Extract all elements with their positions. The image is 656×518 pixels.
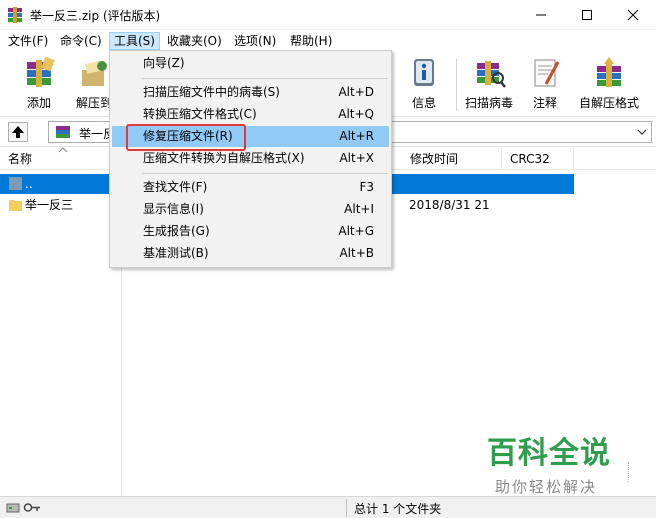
watermark: 百科全说 助你轻松解决 — [487, 428, 611, 497]
status-separator — [346, 499, 347, 517]
chevron-down-icon[interactable] — [637, 128, 647, 136]
resize-grip-hint — [628, 462, 634, 482]
maximize-button[interactable] — [564, 0, 610, 30]
menu-file[interactable]: 文件(F) — [4, 32, 52, 50]
extract-to-icon — [82, 60, 107, 86]
menu-item-generate-report[interactable]: 生成报告(G) Alt+G — [112, 221, 389, 242]
drive-icon[interactable] — [6, 501, 20, 514]
menu-tools[interactable]: 工具(S) — [109, 32, 160, 50]
highlight-annotation — [126, 124, 246, 151]
minimize-button[interactable] — [518, 0, 564, 30]
tools-dropdown-menu: 向导(Z) 扫描压缩文件中的病毒(S) Alt+D 转换压缩文件格式(C) Al… — [109, 50, 392, 268]
info-icon — [414, 59, 434, 86]
menu-item-convert-sfx[interactable]: 压缩文件转换为自解压格式(X) Alt+X — [112, 148, 389, 169]
add-archive-icon — [27, 56, 55, 87]
watermark-main: 百科全说 — [487, 436, 611, 471]
archive-icon — [56, 126, 70, 138]
menu-item-benchmark[interactable]: 基准测试(B) Alt+B — [112, 243, 389, 264]
folder-icon — [9, 200, 22, 211]
menu-item-show-info[interactable]: 显示信息(I) Alt+I — [112, 199, 389, 220]
window-title: 举一反三.zip (评估版本) — [30, 9, 161, 23]
menu-commands[interactable]: 命令(C) — [56, 32, 106, 50]
title-bar: 举一反三.zip (评估版本) — [0, 0, 656, 30]
menu-separator — [142, 78, 388, 79]
menu-help[interactable]: 帮助(H) — [286, 32, 336, 50]
watermark-sub: 助你轻松解决 — [495, 478, 598, 496]
menu-item-scan-virus[interactable]: 扫描压缩文件中的病毒(S) Alt+D — [112, 82, 389, 103]
menu-item-find-files[interactable]: 查找文件(F) F3 — [112, 177, 389, 198]
key-icon[interactable] — [23, 501, 41, 514]
sfx-icon — [597, 57, 621, 87]
sort-ascending-icon — [58, 147, 68, 153]
add-button[interactable]: 添加 — [12, 51, 66, 115]
menu-bar: 文件(F) 命令(C) 工具(S) 收藏夹(O) 选项(N) 帮助(H) — [0, 30, 656, 51]
up-folder-button[interactable] — [8, 122, 28, 142]
status-text: 总计 1 个文件夹 — [354, 502, 442, 516]
menu-item-convert-format[interactable]: 转换压缩文件格式(C) Alt+Q — [112, 104, 389, 125]
comment-button[interactable]: 注释 — [522, 51, 568, 115]
comment-icon — [534, 59, 560, 87]
menu-item-wizard[interactable]: 向导(Z) — [112, 53, 389, 74]
name-column-pane — [0, 170, 122, 496]
menu-options[interactable]: 选项(N) — [230, 32, 280, 50]
toolbar-separator — [456, 59, 457, 111]
winrar-app-icon — [8, 7, 22, 23]
menu-separator — [142, 173, 388, 174]
virus-scan-button[interactable]: 扫描病毒 — [460, 51, 518, 115]
close-button[interactable] — [610, 0, 656, 30]
close-icon — [627, 9, 639, 21]
menu-favorites[interactable]: 收藏夹(O) — [163, 32, 226, 50]
parent-folder-icon — [9, 177, 22, 190]
info-button[interactable]: 信息 — [398, 51, 450, 115]
up-arrow-icon — [12, 126, 24, 138]
sfx-button[interactable]: 自解压格式 — [574, 51, 644, 115]
minimize-icon — [536, 14, 546, 16]
column-modified[interactable]: 修改时间 — [402, 148, 502, 170]
column-crc[interactable]: CRC32 — [502, 148, 574, 170]
virus-scan-icon — [477, 61, 506, 88]
maximize-icon — [582, 10, 592, 20]
status-bar: 总计 1 个文件夹 — [0, 496, 656, 518]
